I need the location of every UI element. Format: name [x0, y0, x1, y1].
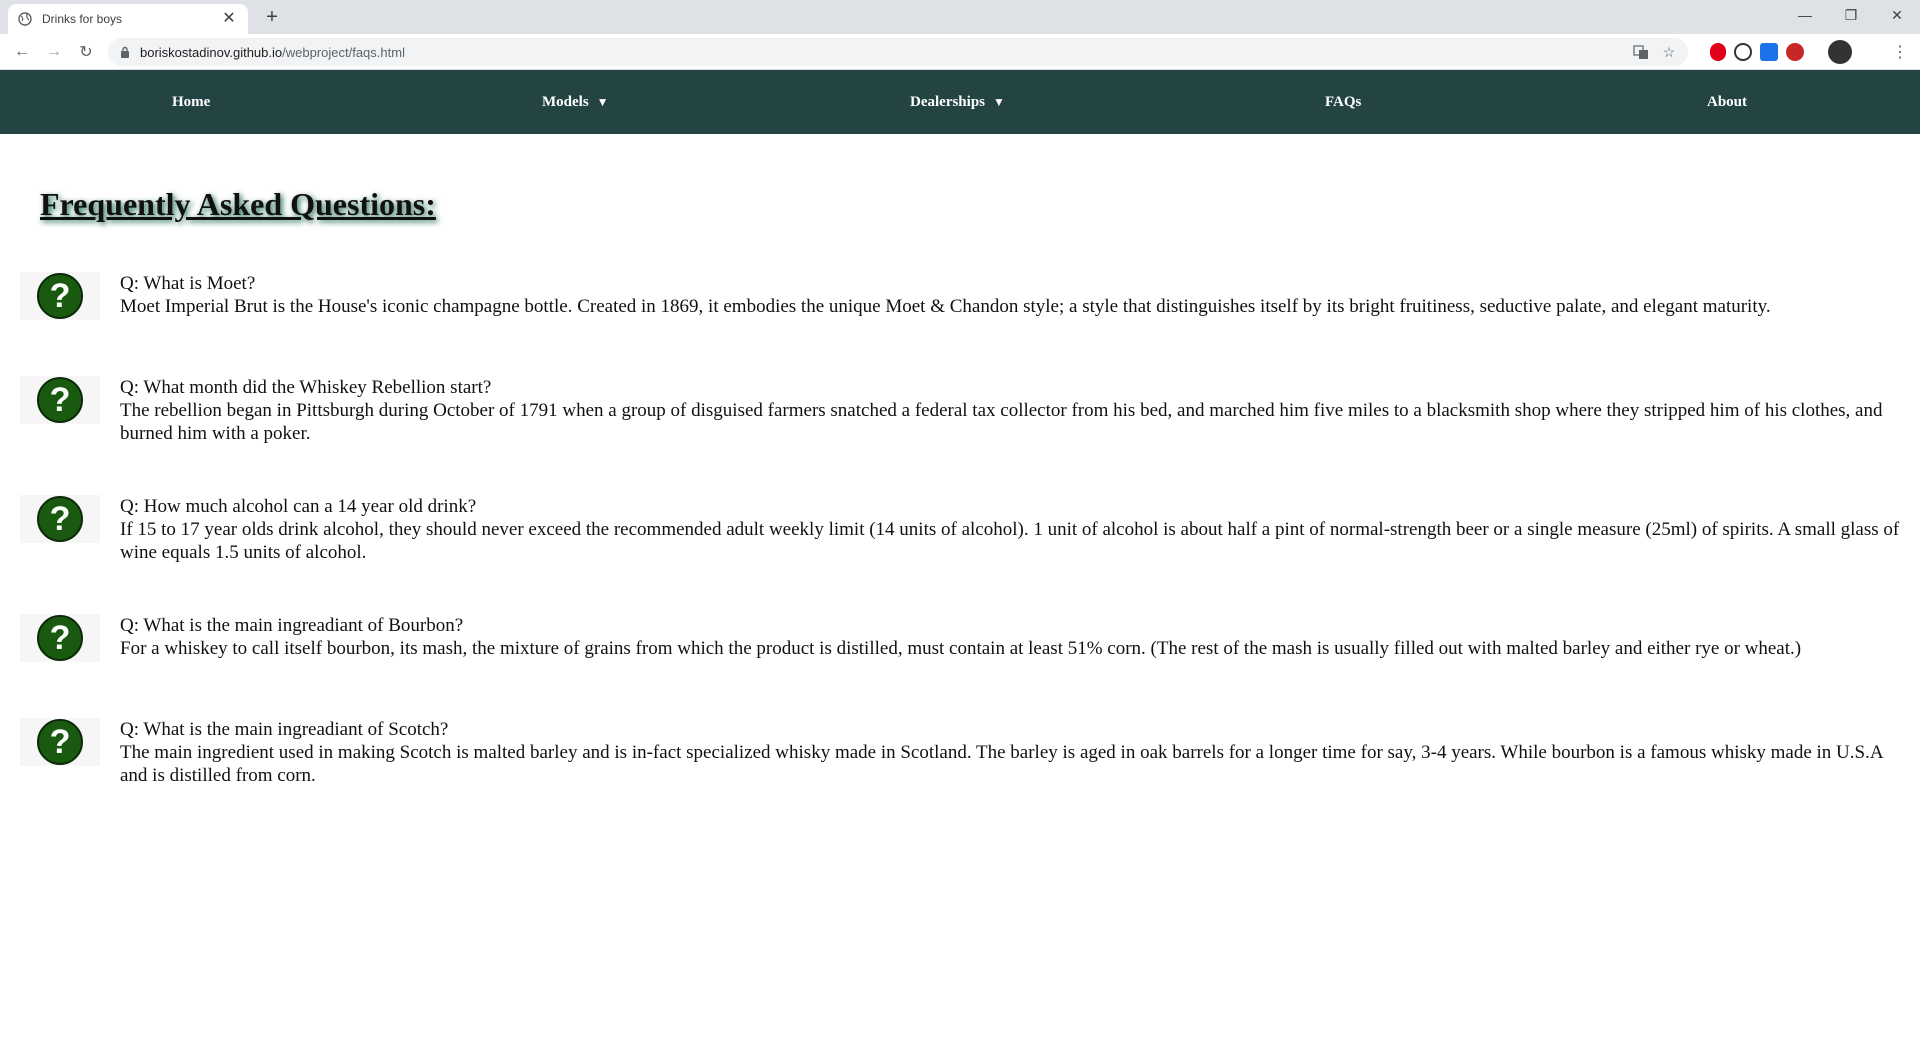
close-window-icon[interactable]: ✕: [1874, 0, 1920, 30]
tab-title: Drinks for boys: [42, 12, 123, 26]
nav-dealerships[interactable]: Dealerships ▼: [910, 70, 1005, 134]
nav-dealerships-label: Dealerships: [910, 93, 985, 110]
window-controls: — ❐ ✕: [1782, 0, 1920, 30]
url-host: boriskostadinov.github.io: [140, 44, 283, 60]
nav-models[interactable]: Models ▼: [542, 70, 609, 134]
bookmark-star-icon[interactable]: ☆: [1660, 43, 1678, 61]
translate-icon[interactable]: [1632, 43, 1650, 61]
question-mark-icon: ?: [37, 377, 83, 423]
globe-icon: [18, 12, 32, 26]
faq-question: Q: How much alcohol can a 14 year old dr…: [120, 496, 477, 517]
nav-home[interactable]: Home: [172, 70, 210, 134]
lock-icon: [121, 46, 129, 58]
nav-about[interactable]: About: [1707, 70, 1747, 134]
address-bar[interactable]: boriskostadinov.github.io/webproject/faq…: [108, 38, 1688, 66]
faq-answer: Moet Imperial Brut is the House's iconic…: [120, 296, 1771, 317]
faq-icon-box: ?: [20, 272, 100, 320]
url-text: boriskostadinov.github.io/webproject/faq…: [140, 45, 405, 60]
nav-faqs[interactable]: FAQs: [1325, 70, 1361, 134]
faq-answer: For a whiskey to call itself bourbon, it…: [120, 638, 1802, 659]
faq-text: Q: What is the main ingreadiant of Scotc…: [120, 718, 1900, 787]
restore-icon[interactable]: ❐: [1828, 0, 1874, 30]
close-tab-icon[interactable]: ✕: [220, 10, 238, 28]
url-path: /webproject/faqs.html: [282, 44, 405, 60]
faq-answer: The rebellion began in Pittsburgh during…: [120, 400, 1883, 444]
question-mark-icon: ?: [37, 719, 83, 765]
calendar-extension-icon[interactable]: [1760, 43, 1778, 61]
question-mark-icon: ?: [37, 615, 83, 661]
faq-text: Q: What is the main ingreadiant of Bourb…: [120, 614, 1900, 660]
browser-toolbar: ← → ↻ boriskostadinov.github.io/webproje…: [0, 34, 1920, 70]
faq-text: Q: How much alcohol can a 14 year old dr…: [120, 495, 1900, 564]
new-tab-button[interactable]: +: [260, 6, 284, 30]
faq-icon-box: ?: [20, 718, 100, 766]
faq-text: Q: What is Moet? Moet Imperial Brut is t…: [120, 272, 1900, 318]
faq-answer: If 15 to 17 year olds drink alcohol, the…: [120, 519, 1900, 563]
omnibox-actions: ☆: [1632, 43, 1678, 61]
faq-icon-box: ?: [20, 376, 100, 424]
profile-avatar[interactable]: [1828, 40, 1852, 64]
reload-icon[interactable]: ↻: [74, 40, 98, 64]
opera-extension-icon[interactable]: [1710, 43, 1726, 61]
extensions-area: [1710, 40, 1852, 64]
question-mark-icon: ?: [37, 496, 83, 542]
faq-question: Q: What month did the Whiskey Rebellion …: [120, 377, 492, 398]
caret-down-icon: ▼: [993, 94, 1005, 109]
site-navbar: Home Models ▼ Dealerships ▼ FAQs About: [0, 70, 1920, 134]
caret-down-icon: ▼: [596, 94, 609, 109]
faq-question: Q: What is Moet?: [120, 273, 256, 294]
browser-tab-strip: Drinks for boys ✕ + — ❐ ✕: [0, 0, 1920, 34]
forward-arrow-icon[interactable]: →: [42, 40, 66, 64]
faq-question: Q: What is the main ingreadiant of Bourb…: [120, 615, 464, 636]
nav-models-label: Models: [542, 93, 589, 110]
browser-tab[interactable]: Drinks for boys ✕: [8, 4, 248, 34]
browser-menu-icon[interactable]: ⋮: [1892, 42, 1908, 62]
faq-icon-box: ?: [20, 614, 100, 662]
extension-icon[interactable]: [1734, 43, 1752, 61]
red-extension-icon[interactable]: [1786, 43, 1804, 61]
page-title: Frequently Asked Questions:: [40, 186, 436, 222]
faq-question: Q: What is the main ingreadiant of Scotc…: [120, 719, 449, 740]
question-mark-icon: ?: [37, 273, 83, 319]
faq-answer: The main ingredient used in making Scotc…: [120, 742, 1883, 786]
back-arrow-icon[interactable]: ←: [10, 40, 34, 64]
faq-text: Q: What month did the Whiskey Rebellion …: [120, 376, 1900, 445]
faq-icon-box: ?: [20, 495, 100, 543]
minimize-icon[interactable]: —: [1782, 0, 1828, 30]
